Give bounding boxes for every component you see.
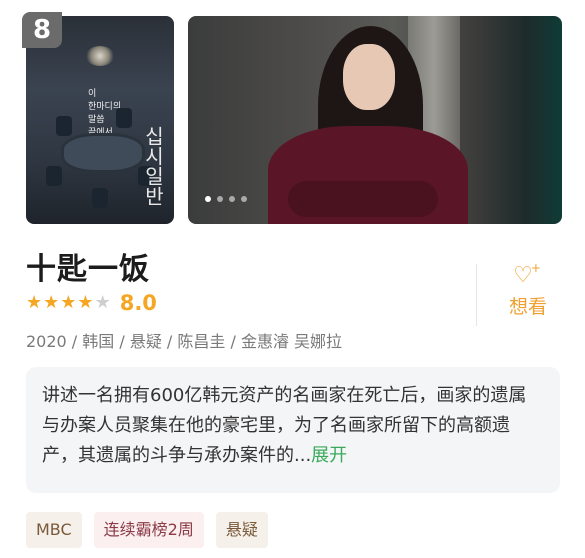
- carousel-dot[interactable]: [241, 196, 247, 202]
- still-face: [343, 44, 395, 110]
- divider: [476, 264, 477, 326]
- want-label: 想看: [508, 296, 547, 318]
- star-full-icon: ★: [60, 292, 77, 313]
- want-to-watch-button[interactable]: ♡+ 想看: [500, 261, 556, 319]
- carousel-dot[interactable]: [205, 196, 211, 202]
- heart-plus-icon: ♡+: [513, 261, 541, 288]
- star-full-icon: ★: [26, 292, 43, 313]
- poster-vertical-title: 십시일반: [141, 126, 165, 206]
- star-empty-icon: ★: [94, 292, 111, 313]
- carousel-dots: [205, 196, 247, 202]
- rank-badge: 8: [22, 12, 62, 48]
- stills-carousel[interactable]: [188, 16, 562, 224]
- tag-list: MBC 连续霸榜2周 悬疑: [26, 512, 268, 548]
- meta-info: 2020 / 韩国 / 悬疑 / 陈昌圭 / 金惠濬 吴娜拉: [26, 332, 343, 351]
- star-full-icon: ★: [77, 292, 94, 313]
- synopsis-text: 讲述一名拥有600亿韩元资产的名画家在死亡后，画家的遗属与办案人员聚集在他的豪宅…: [42, 385, 527, 466]
- poster-chair: [116, 108, 132, 128]
- poster-chair: [46, 166, 62, 186]
- expand-link[interactable]: 展开: [311, 445, 347, 466]
- carousel-dot[interactable]: [229, 196, 235, 202]
- rating-score: 8.0: [119, 291, 157, 315]
- show-title: 十匙一饭: [26, 252, 150, 287]
- tag[interactable]: MBC: [26, 512, 82, 548]
- tag[interactable]: 连续霸榜2周: [93, 512, 204, 548]
- star-full-icon: ★: [43, 292, 60, 313]
- tag[interactable]: 悬疑: [215, 512, 268, 548]
- carousel-dot[interactable]: [217, 196, 223, 202]
- rating: ★ ★ ★ ★ ★ 8.0: [26, 291, 157, 315]
- poster-chair: [92, 188, 108, 208]
- poster-table: [64, 136, 142, 170]
- poster-lamp: [86, 46, 114, 66]
- still-arms: [288, 181, 438, 217]
- poster-chair: [56, 116, 72, 136]
- synopsis-box[interactable]: 讲述一名拥有600亿韩元资产的名画家在死亡后，画家的遗属与办案人员聚集在他的豪宅…: [26, 367, 560, 493]
